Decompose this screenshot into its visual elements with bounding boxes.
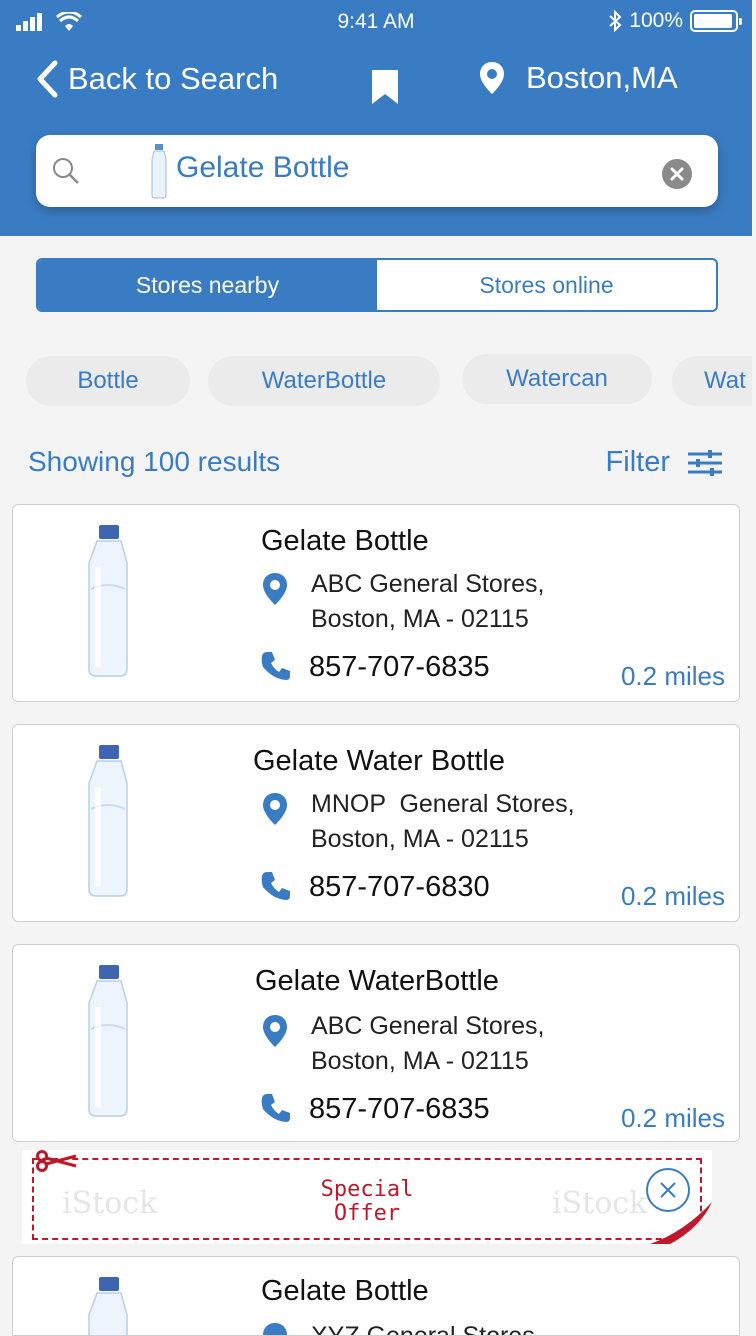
chip-wat[interactable]: Wat [672,356,752,406]
search-input[interactable]: Gelate Bottle [36,135,718,207]
water-bottle-image [88,525,128,677]
chevron-left-icon [37,60,58,98]
chip-waterbottle[interactable]: WaterBottle [208,356,440,406]
store-address: XYZ General Stores, [311,1319,542,1336]
results-count: Showing 100 results [28,446,281,477]
clear-icon [670,167,684,181]
phone-icon [261,652,290,680]
status-bar: 9:41 AM 100% [0,0,752,46]
chip-watercan[interactable]: Watercan [462,354,652,404]
search-icon [53,158,79,184]
bluetooth-icon [609,10,622,32]
store-city: Boston, MA - 02115 [311,605,529,633]
product-title: Gelate Bottle [261,525,429,557]
distance: 0.2 miles [620,1103,725,1133]
map-pin-icon [480,62,504,94]
filter-icon [688,449,722,476]
store-address: MNOP General Stores, Boston, MA - 02115 [311,787,575,857]
battery-icon [690,10,742,32]
location-label: Boston,MA [526,60,678,95]
store-phone: 857-707-6835 [309,1093,490,1125]
store-city: Boston, MA - 02115 [311,1047,529,1075]
store-city: Boston, MA - 02115 [311,825,529,853]
tab-stores-online[interactable]: Stores online [377,260,716,310]
result-card[interactable]: Gelate Bottle ABC General Stores, Boston… [12,504,740,702]
offer-line-1: Special [320,1177,414,1202]
store-phone: 857-707-6830 [309,871,490,903]
store-name: ABC General Stores, [311,1012,545,1040]
scissors-icon [36,1150,77,1172]
offer-line-2: Offer [333,1201,401,1226]
water-bottle-image [88,1277,128,1335]
product-title: Gelate Water Bottle [253,745,505,777]
distance: 0.2 miles [620,881,725,911]
result-card[interactable]: Gelate Bottle XYZ General Stores, [12,1256,740,1336]
map-pin-icon [263,793,287,825]
store-address: ABC General Stores, Boston, MA - 02115 [311,567,544,637]
location-selector[interactable]: Boston,MA [480,60,678,96]
store-name: ABC General Stores, [311,570,545,598]
water-bottle-image [88,965,128,1117]
product-title: Gelate WaterBottle [255,965,499,997]
special-offer-banner[interactable]: iStock iStock Special Offer [22,1150,712,1244]
clear-search-button[interactable] [662,159,692,189]
store-type-segmented-control: Stores nearby Stores online [36,258,718,312]
store-address: ABC General Stores, Boston, MA - 02115 [311,1009,544,1079]
distance: 0.2 miles [620,661,725,691]
status-right: 100% [608,9,742,33]
tab-stores-nearby[interactable]: Stores nearby [38,260,377,310]
back-label: Back to Search [68,61,279,96]
product-title: Gelate Bottle [261,1275,429,1307]
store-phone: 857-707-6835 [309,651,490,683]
store-name: XYZ General Stores, [311,1322,542,1336]
result-card[interactable]: Gelate WaterBottle ABC General Stores, B… [12,944,740,1142]
water-bottle-image [88,745,128,897]
filter-label: Filter [605,446,670,478]
page-curl [650,1202,712,1244]
bottle-thumbnail [151,144,167,199]
battery-text: 100% [629,9,683,32]
app-header: 9:41 AM 100% Back to Search Boston,MA Ge… [0,0,752,236]
suggestion-chips: Bottle WaterBottle Watercan Wat [0,354,752,410]
chip-bottle[interactable]: Bottle [26,356,190,406]
filter-button[interactable]: Filter [606,446,722,479]
map-pin-icon [263,1323,287,1335]
store-name: MNOP General Stores, [311,790,575,818]
map-pin-icon [263,1015,287,1047]
map-pin-icon [263,573,287,605]
search-query: Gelate Bottle [176,151,350,184]
back-to-search-button[interactable]: Back to Search [36,60,278,98]
result-card[interactable]: Gelate Water Bottle MNOP General Stores,… [12,724,740,922]
phone-icon [261,872,290,900]
bookmark-icon[interactable] [372,70,398,104]
phone-icon [261,1094,290,1122]
